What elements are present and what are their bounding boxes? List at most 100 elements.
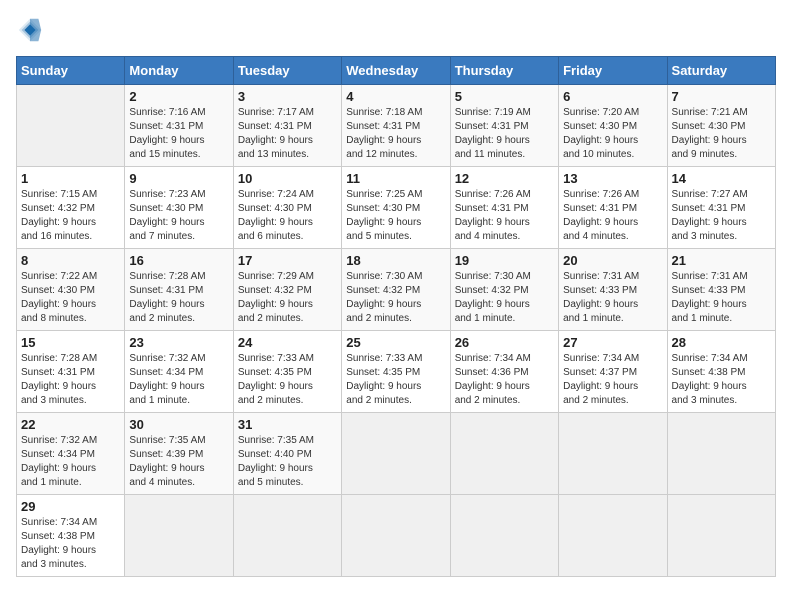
day-info: Sunrise: 7:19 AM Sunset: 4:31 PM Dayligh… bbox=[455, 106, 554, 162]
calendar-day-cell: 14 Sunrise: 7:27 AM Sunset: 4:31 PM Dayli… bbox=[667, 167, 775, 249]
calendar-day-cell: 2Sunrise: 7:16 AM Sunset: 4:31 PM Daylig… bbox=[125, 85, 233, 167]
calendar-day-cell: 1 Sunrise: 7:15 AM Sunset: 4:32 PM Daylig… bbox=[17, 167, 125, 249]
calendar-day-cell: 5 Sunrise: 7:19 AM Sunset: 4:31 PM Daylig… bbox=[450, 85, 558, 167]
calendar-day-cell: 10 Sunrise: 7:24 AM Sunset: 4:30 PM Dayli… bbox=[233, 167, 341, 249]
calendar-day-cell: 27 Sunrise: 7:34 AM Sunset: 4:37 PM Dayli… bbox=[559, 331, 667, 413]
calendar-day-cell: 28Sunrise: 7:34 AM Sunset: 4:38 PM Dayli… bbox=[667, 331, 775, 413]
weekday-header: Monday bbox=[125, 57, 233, 85]
day-number: 5 bbox=[455, 89, 554, 104]
day-number: 27 bbox=[563, 335, 662, 350]
calendar-day-cell bbox=[450, 495, 558, 577]
day-number: 16 bbox=[129, 253, 228, 268]
day-number: 15 bbox=[21, 335, 120, 350]
weekday-header: Sunday bbox=[17, 57, 125, 85]
day-number: 4 bbox=[346, 89, 445, 104]
day-info: Sunrise: 7:30 AM Sunset: 4:32 PM Dayligh… bbox=[455, 270, 554, 326]
calendar-day-cell bbox=[125, 495, 233, 577]
day-number: 19 bbox=[455, 253, 554, 268]
calendar-day-cell bbox=[450, 413, 558, 495]
day-number: 14 bbox=[672, 171, 771, 186]
day-info: Sunrise: 7:21 AM Sunset: 4:30 PM Dayligh… bbox=[672, 106, 771, 162]
day-info: Sunrise: 7:34 AM Sunset: 4:36 PM Dayligh… bbox=[455, 352, 554, 408]
day-number: 31 bbox=[238, 417, 337, 432]
day-info: Sunrise: 7:28 AM Sunset: 4:31 PM Dayligh… bbox=[129, 270, 228, 326]
day-info: Sunrise: 7:33 AM Sunset: 4:35 PM Dayligh… bbox=[238, 352, 337, 408]
day-number: 24 bbox=[238, 335, 337, 350]
calendar-day-cell: 29Sunrise: 7:34 AM Sunset: 4:38 PM Dayli… bbox=[17, 495, 125, 577]
day-number: 25 bbox=[346, 335, 445, 350]
day-number: 13 bbox=[563, 171, 662, 186]
day-number: 8 bbox=[21, 253, 120, 268]
weekday-header: Saturday bbox=[667, 57, 775, 85]
calendar-day-cell bbox=[559, 413, 667, 495]
day-number: 9 bbox=[129, 171, 228, 186]
day-number: 7 bbox=[672, 89, 771, 104]
calendar-day-cell: 13Sunrise: 7:26 AM Sunset: 4:31 PM Dayli… bbox=[559, 167, 667, 249]
calendar-day-cell: 7 Sunrise: 7:21 AM Sunset: 4:30 PM Daylig… bbox=[667, 85, 775, 167]
day-info: Sunrise: 7:35 AM Sunset: 4:39 PM Dayligh… bbox=[129, 434, 228, 490]
calendar-day-cell: 19 Sunrise: 7:30 AM Sunset: 4:32 PM Dayli… bbox=[450, 249, 558, 331]
calendar-day-cell: 21 Sunrise: 7:31 AM Sunset: 4:33 PM Dayli… bbox=[667, 249, 775, 331]
day-info: Sunrise: 7:35 AM Sunset: 4:40 PM Dayligh… bbox=[238, 434, 337, 490]
calendar-week-row: 15 Sunrise: 7:28 AM Sunset: 4:31 PM Dayli… bbox=[17, 331, 776, 413]
day-number: 26 bbox=[455, 335, 554, 350]
calendar-day-cell: 24 Sunrise: 7:33 AM Sunset: 4:35 PM Dayli… bbox=[233, 331, 341, 413]
page-header bbox=[16, 16, 776, 44]
day-number: 3 bbox=[238, 89, 337, 104]
day-number: 10 bbox=[238, 171, 337, 186]
calendar-day-cell: 6Sunrise: 7:20 AM Sunset: 4:30 PM Daylig… bbox=[559, 85, 667, 167]
day-info: Sunrise: 7:26 AM Sunset: 4:31 PM Dayligh… bbox=[455, 188, 554, 244]
calendar-table: SundayMondayTuesdayWednesdayThursdayFrid… bbox=[16, 56, 776, 577]
calendar-week-row: 22 Sunrise: 7:32 AM Sunset: 4:34 PM Dayli… bbox=[17, 413, 776, 495]
day-info: Sunrise: 7:27 AM Sunset: 4:31 PM Dayligh… bbox=[672, 188, 771, 244]
day-info: Sunrise: 7:33 AM Sunset: 4:35 PM Dayligh… bbox=[346, 352, 445, 408]
calendar-day-cell: 18Sunrise: 7:30 AM Sunset: 4:32 PM Dayli… bbox=[342, 249, 450, 331]
day-number: 29 bbox=[21, 499, 120, 514]
day-number: 28 bbox=[672, 335, 771, 350]
day-info: Sunrise: 7:23 AM Sunset: 4:30 PM Dayligh… bbox=[129, 188, 228, 244]
day-info: Sunrise: 7:25 AM Sunset: 4:30 PM Dayligh… bbox=[346, 188, 445, 244]
day-number: 17 bbox=[238, 253, 337, 268]
calendar-day-cell: 22 Sunrise: 7:32 AM Sunset: 4:34 PM Dayli… bbox=[17, 413, 125, 495]
calendar-day-cell bbox=[559, 495, 667, 577]
calendar-day-cell: 26 Sunrise: 7:34 AM Sunset: 4:36 PM Dayli… bbox=[450, 331, 558, 413]
day-number: 12 bbox=[455, 171, 554, 186]
day-number: 6 bbox=[563, 89, 662, 104]
day-info: Sunrise: 7:28 AM Sunset: 4:31 PM Dayligh… bbox=[21, 352, 120, 408]
calendar-header-row: SundayMondayTuesdayWednesdayThursdayFrid… bbox=[17, 57, 776, 85]
calendar-week-row: 2Sunrise: 7:16 AM Sunset: 4:31 PM Daylig… bbox=[17, 85, 776, 167]
calendar-day-cell bbox=[667, 495, 775, 577]
calendar-day-cell: 16 Sunrise: 7:28 AM Sunset: 4:31 PM Dayli… bbox=[125, 249, 233, 331]
day-info: Sunrise: 7:18 AM Sunset: 4:31 PM Dayligh… bbox=[346, 106, 445, 162]
weekday-header: Thursday bbox=[450, 57, 558, 85]
calendar-day-cell: 17Sunrise: 7:29 AM Sunset: 4:32 PM Dayli… bbox=[233, 249, 341, 331]
day-number: 20 bbox=[563, 253, 662, 268]
calendar-day-cell bbox=[342, 413, 450, 495]
day-info: Sunrise: 7:17 AM Sunset: 4:31 PM Dayligh… bbox=[238, 106, 337, 162]
day-number: 22 bbox=[21, 417, 120, 432]
calendar-day-cell: 8 Sunrise: 7:22 AM Sunset: 4:30 PM Daylig… bbox=[17, 249, 125, 331]
day-number: 2 bbox=[129, 89, 228, 104]
day-number: 23 bbox=[129, 335, 228, 350]
calendar-day-cell: 20 Sunrise: 7:31 AM Sunset: 4:33 PM Dayli… bbox=[559, 249, 667, 331]
calendar-day-cell: 4 Sunrise: 7:18 AM Sunset: 4:31 PM Daylig… bbox=[342, 85, 450, 167]
calendar-day-cell: 25 Sunrise: 7:33 AM Sunset: 4:35 PM Dayli… bbox=[342, 331, 450, 413]
day-number: 30 bbox=[129, 417, 228, 432]
day-info: Sunrise: 7:34 AM Sunset: 4:37 PM Dayligh… bbox=[563, 352, 662, 408]
day-info: Sunrise: 7:15 AM Sunset: 4:32 PM Dayligh… bbox=[21, 188, 120, 244]
day-info: Sunrise: 7:22 AM Sunset: 4:30 PM Dayligh… bbox=[21, 270, 120, 326]
day-info: Sunrise: 7:24 AM Sunset: 4:30 PM Dayligh… bbox=[238, 188, 337, 244]
day-info: Sunrise: 7:31 AM Sunset: 4:33 PM Dayligh… bbox=[563, 270, 662, 326]
day-number: 18 bbox=[346, 253, 445, 268]
day-number: 21 bbox=[672, 253, 771, 268]
day-info: Sunrise: 7:32 AM Sunset: 4:34 PM Dayligh… bbox=[21, 434, 120, 490]
calendar-day-cell: 11 Sunrise: 7:25 AM Sunset: 4:30 PM Dayli… bbox=[342, 167, 450, 249]
day-number: 1 bbox=[21, 171, 120, 186]
calendar-week-row: 1 Sunrise: 7:15 AM Sunset: 4:32 PM Daylig… bbox=[17, 167, 776, 249]
day-info: Sunrise: 7:31 AM Sunset: 4:33 PM Dayligh… bbox=[672, 270, 771, 326]
calendar-week-row: 8 Sunrise: 7:22 AM Sunset: 4:30 PM Daylig… bbox=[17, 249, 776, 331]
day-number: 11 bbox=[346, 171, 445, 186]
calendar-day-cell: 3 Sunrise: 7:17 AM Sunset: 4:31 PM Daylig… bbox=[233, 85, 341, 167]
calendar-day-cell: 12 Sunrise: 7:26 AM Sunset: 4:31 PM Dayli… bbox=[450, 167, 558, 249]
calendar-day-cell: 23Sunrise: 7:32 AM Sunset: 4:34 PM Dayli… bbox=[125, 331, 233, 413]
